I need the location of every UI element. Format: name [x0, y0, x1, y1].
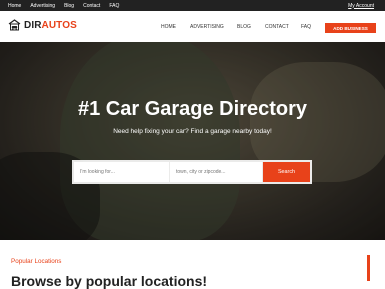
popular-locations-section: Popular Locations Browse by popular loca…: [0, 240, 385, 289]
nav-item-faq[interactable]: FAQ: [301, 24, 311, 30]
top-links: Home Advertising Blog Contact FAQ: [8, 0, 119, 11]
hero-overlay: [0, 42, 385, 240]
hero-title: #1 Car Garage Directory: [77, 98, 307, 120]
search-bar: Search: [72, 160, 312, 184]
my-account-link[interactable]: My Account: [348, 0, 374, 11]
search-button[interactable]: Search: [263, 162, 310, 182]
top-link-home[interactable]: Home: [8, 3, 21, 9]
location-card-edge[interactable]: [367, 255, 370, 281]
site-logo[interactable]: DIRAUTOS: [8, 19, 77, 31]
popular-locations-title: Browse by popular locations!: [11, 273, 208, 289]
top-link-contact[interactable]: Contact: [83, 3, 100, 9]
nav-item-contact[interactable]: CONTACT: [265, 24, 289, 30]
popular-locations-label: Popular Locations: [11, 258, 62, 265]
add-business-button[interactable]: ADD BUSINESS: [325, 23, 376, 33]
logo-text: DIRAUTOS: [24, 20, 77, 31]
logo-text-dir: DIR: [24, 19, 42, 31]
car-garage-icon: [8, 19, 21, 31]
top-link-faq[interactable]: FAQ: [109, 3, 119, 9]
nav-item-home[interactable]: HOME: [161, 24, 176, 30]
top-bar: Home Advertising Blog Contact FAQ My Acc…: [0, 0, 385, 11]
nav-item-blog[interactable]: BLOG: [237, 24, 251, 30]
search-query-input[interactable]: [74, 162, 169, 182]
nav-item-advertising[interactable]: ADVERTISING: [190, 24, 224, 30]
hero-subtitle: Need help fixing your car? Find a garage…: [113, 128, 272, 135]
top-link-advertising[interactable]: Advertising: [30, 3, 55, 9]
logo-text-autos: AUTOS: [41, 19, 77, 31]
main-header: DIRAUTOS HOME ADVERTISING BLOG CONTACT F…: [0, 11, 385, 42]
search-location-input[interactable]: [170, 162, 262, 182]
top-link-blog[interactable]: Blog: [64, 3, 74, 9]
hero-section: #1 Car Garage Directory Need help fixing…: [0, 42, 385, 240]
